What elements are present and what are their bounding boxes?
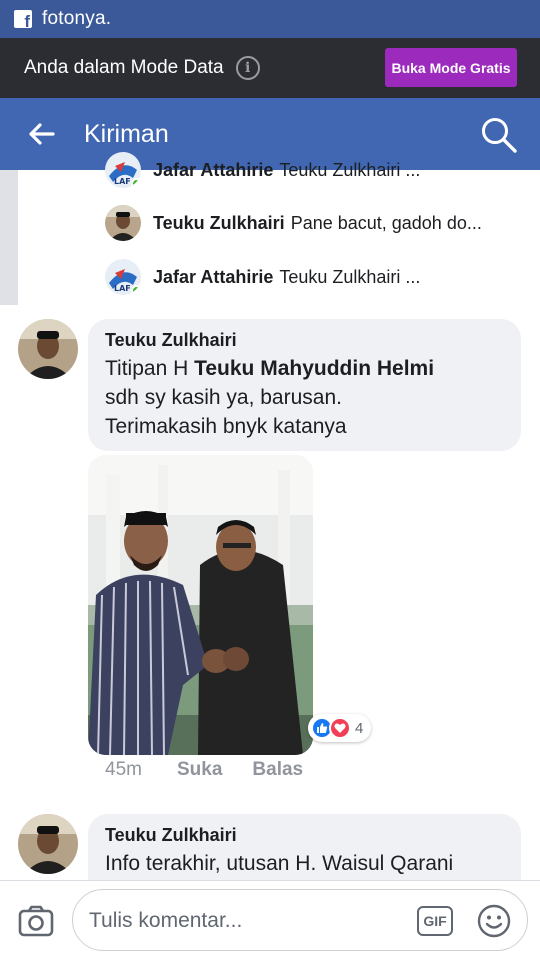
comment-input[interactable]: Tulis komentar... GIF [72,889,528,951]
reply-item[interactable]: Teuku Zulkhairi Pane bacut, gadoh do... [105,205,482,241]
comment-text: Info terakhir, utusan H. Waisul Qarani [105,852,454,875]
love-reaction-icon [329,717,351,739]
reply-text: Teuku Zulkhairi ... [279,266,421,287]
comment-text: Titipan H Teuku Mahyuddin Helmi [105,354,505,383]
reply-text: Pane bacut, gadoh do... [290,212,482,233]
gif-icon[interactable]: GIF [417,906,453,936]
comment-text-part: Titipan H [105,357,195,380]
search-icon[interactable] [480,116,518,154]
svg-text:LAF: LAF [114,284,131,293]
reply-author[interactable]: Jafar Attahirie [153,267,273,288]
reply-author[interactable]: Jafar Attahirie [153,160,273,181]
comment-composer: Tulis komentar... GIF [0,880,540,960]
avatar[interactable] [18,319,78,379]
status-bar: f fotonya. [0,0,540,38]
emoji-icon[interactable] [477,904,511,938]
avatar[interactable] [105,205,141,241]
thread-line [0,170,18,305]
data-mode-bar: Anda dalam Mode Data i Buka Mode Gratis [0,38,540,98]
reply-thread: LAF Jafar Attahirie Teuku Zulkhairi ... … [0,152,540,305]
comment-actions: 45m Suka Balas [105,759,333,781]
reply-author[interactable]: Teuku Zulkhairi [153,213,285,234]
notification-title: fotonya. [42,8,112,29]
comment-author[interactable]: Teuku Zulkhairi [105,825,505,846]
back-arrow-icon[interactable] [0,98,84,170]
info-icon[interactable]: i [235,56,260,80]
reply-text: Teuku Zulkhairi ... [279,159,421,180]
page-title: Kiriman [84,119,169,148]
avatar[interactable]: LAF [105,259,141,295]
facebook-icon: f [14,10,32,30]
reply-button[interactable]: Balas [252,759,303,781]
comment-photo[interactable] [88,455,313,755]
mentioned-user[interactable]: Teuku Mahyuddin Helmi [194,357,434,380]
comment-text-line: Terimakasih bnyk katanya [105,415,347,438]
comment-bubble: Teuku Zulkhairi Titipan H Teuku Mahyuddi… [88,319,521,451]
screen: f fotonya. Anda dalam Mode Data i Buka M… [0,0,540,960]
online-indicator [131,285,141,295]
avatar[interactable]: LAF [105,152,141,188]
svg-text:LAF: LAF [114,177,131,186]
comment-text-line: sdh sy kasih ya, barusan. [105,386,342,409]
comment-time: 45m [105,759,142,780]
reaction-count: 4 [355,719,364,737]
reply-item[interactable]: LAF Jafar Attahirie Teuku Zulkhairi ... [105,259,420,295]
reply-item[interactable]: LAF Jafar Attahirie Teuku Zulkhairi ... [105,152,420,188]
data-mode-text: Anda dalam Mode Data [24,57,224,78]
online-indicator [131,178,141,188]
comment-placeholder[interactable]: Tulis komentar... [89,909,242,933]
like-button[interactable]: Suka [177,759,222,781]
free-mode-button[interactable]: Buka Mode Gratis [385,48,517,87]
camera-icon[interactable] [18,905,54,937]
comment-author[interactable]: Teuku Zulkhairi [105,330,505,351]
reactions-summary[interactable]: 4 [308,714,372,742]
avatar[interactable] [18,814,78,874]
